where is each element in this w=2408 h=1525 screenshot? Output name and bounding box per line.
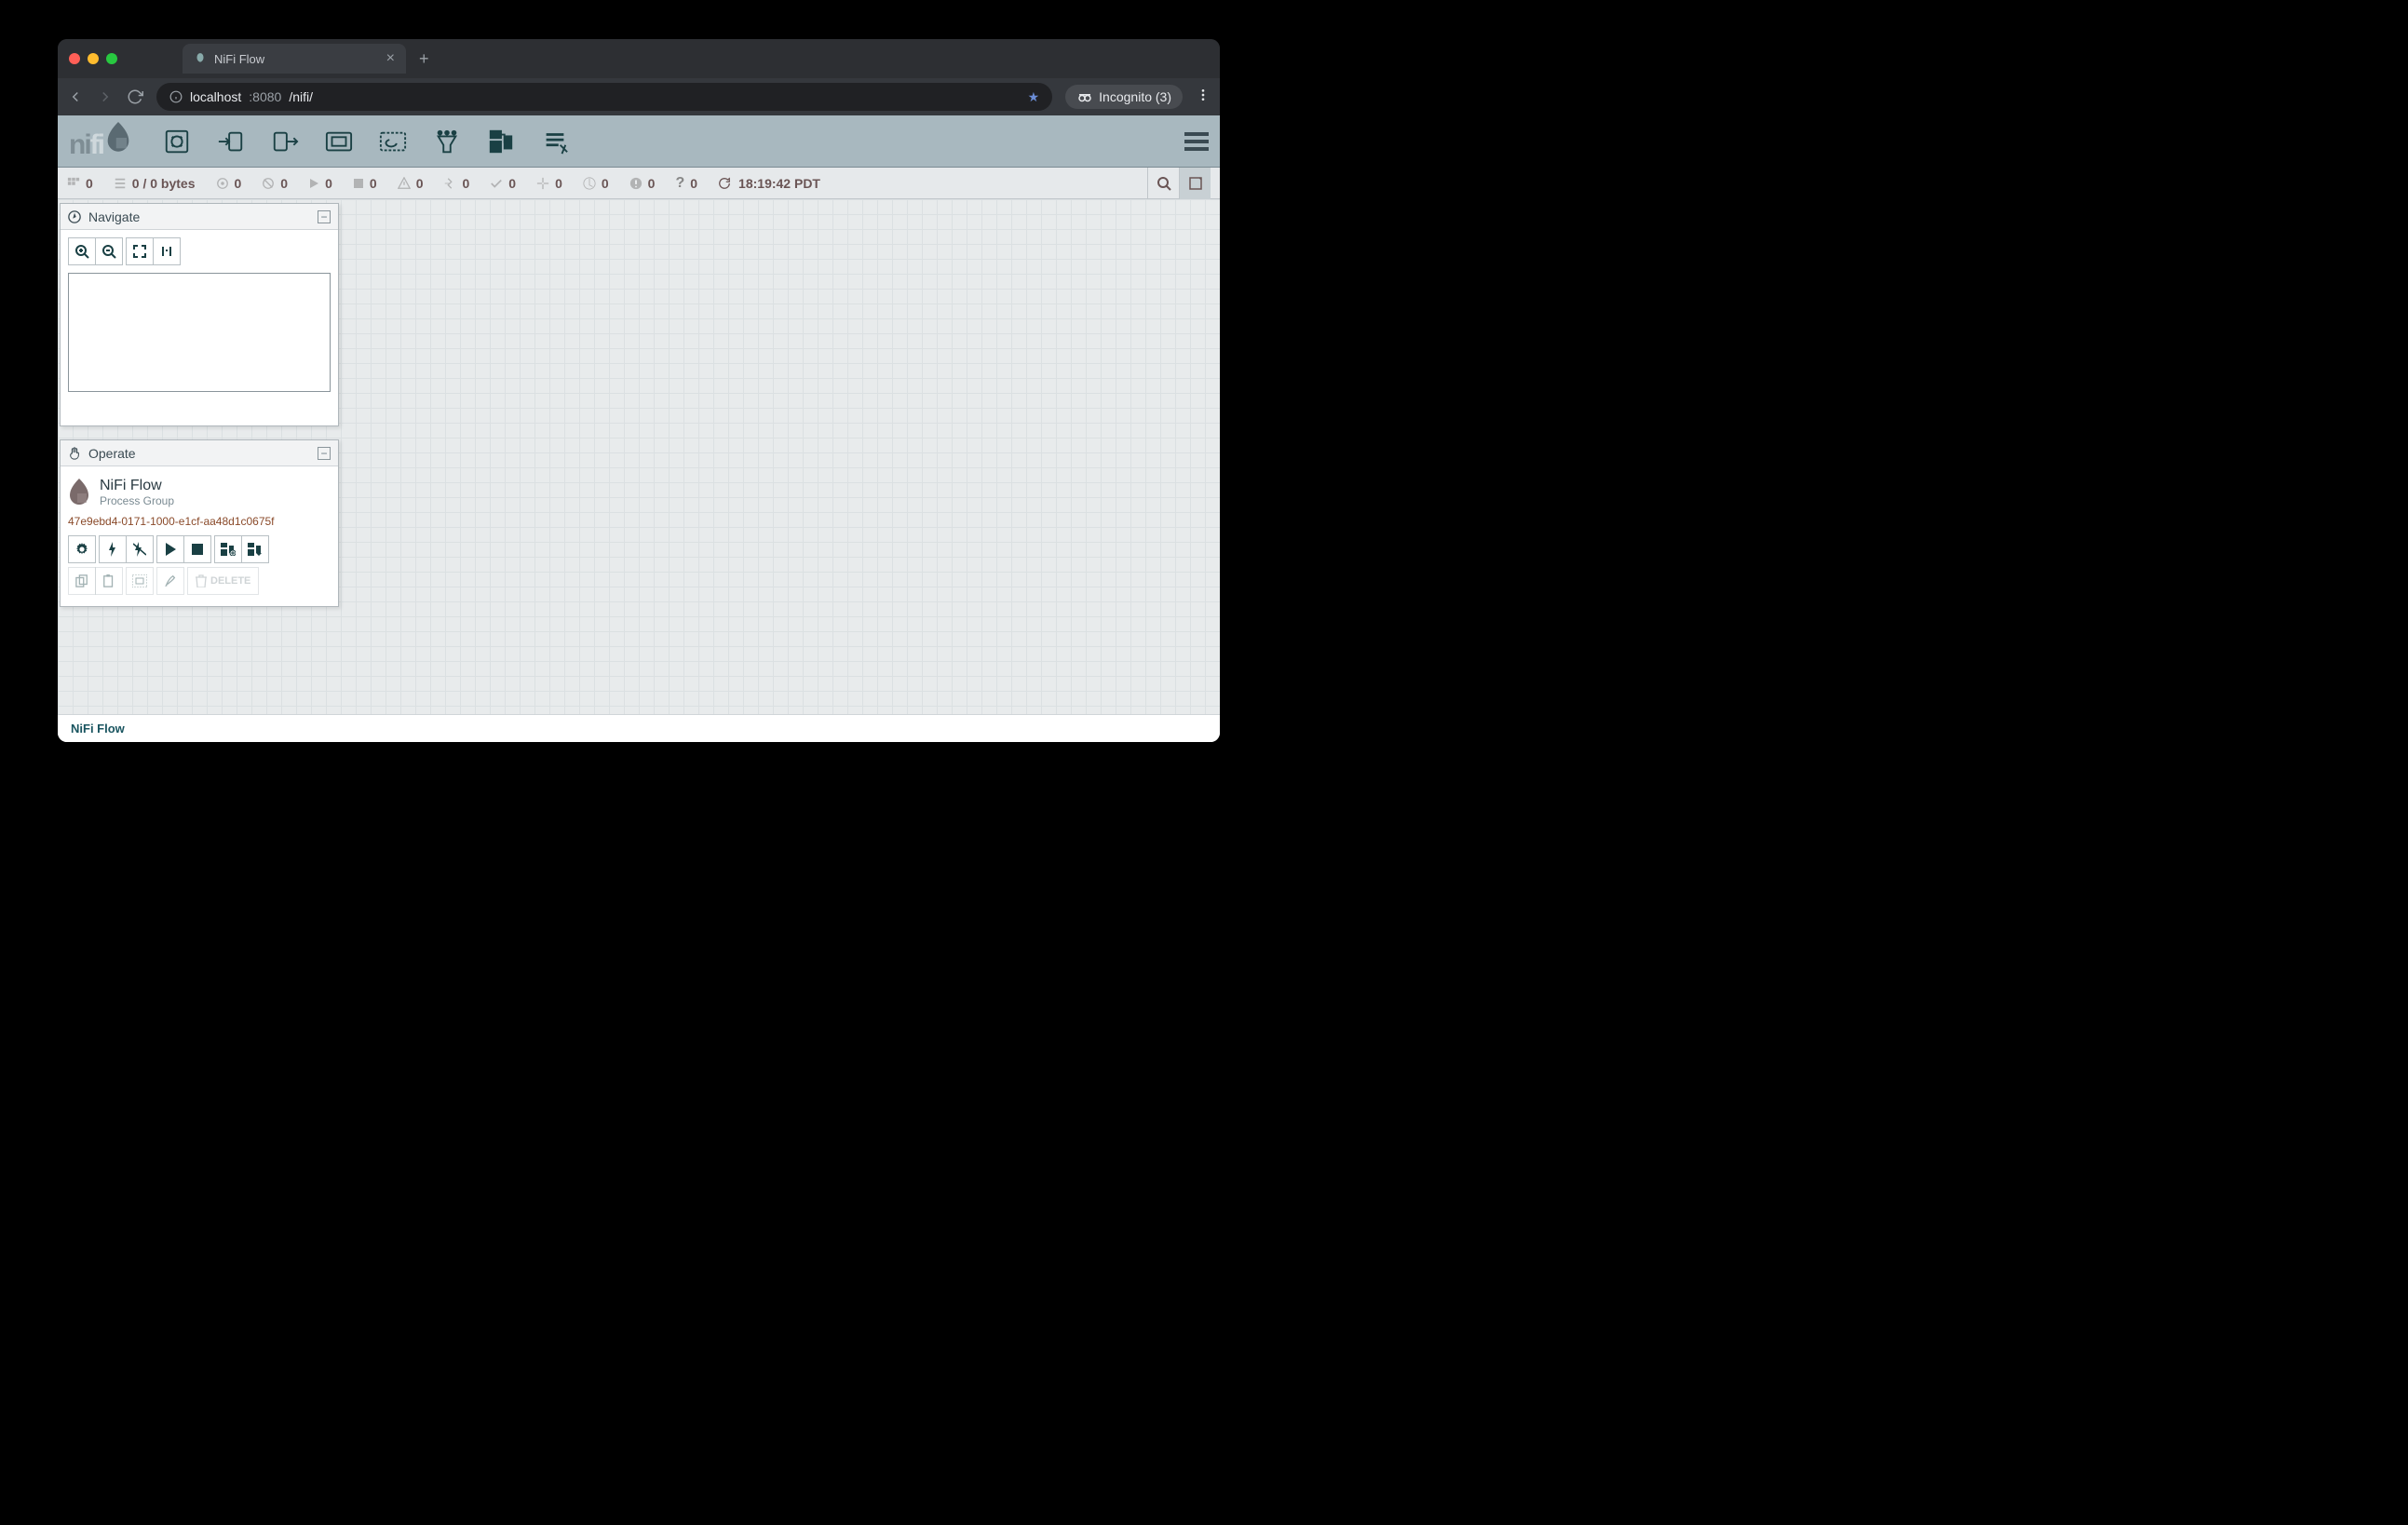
compass-icon xyxy=(68,210,81,223)
search-button[interactable] xyxy=(1147,168,1179,199)
add-funnel-button[interactable] xyxy=(431,126,463,157)
upload-template-button[interactable] xyxy=(241,535,269,563)
queued-stat: 0 / 0 bytes xyxy=(114,176,196,191)
url-host: localhost xyxy=(190,89,241,104)
nifi-app: nifi 0 0 / 0 bytes 0 0 0 0 0 0 0 0 0 xyxy=(58,115,1220,742)
close-window[interactable] xyxy=(69,53,80,64)
paste-button xyxy=(95,567,123,595)
add-label-button[interactable] xyxy=(539,126,571,157)
delete-button: DELETE xyxy=(187,567,259,595)
add-output-port-button[interactable] xyxy=(269,126,301,157)
back-button[interactable] xyxy=(67,88,84,105)
reload-button[interactable] xyxy=(127,88,143,105)
maximize-window[interactable] xyxy=(106,53,117,64)
close-tab-icon[interactable]: × xyxy=(386,50,395,67)
url-port: :8080 xyxy=(249,89,281,104)
bulletin-button[interactable] xyxy=(1179,168,1211,199)
new-tab-button[interactable]: + xyxy=(419,49,429,69)
stale-stat: 0 xyxy=(583,176,609,191)
navigate-panel: Navigate − xyxy=(60,203,339,426)
disable-button[interactable] xyxy=(126,535,154,563)
operate-panel-header: Operate − xyxy=(61,440,338,466)
stopped-stat: 0 xyxy=(353,176,377,191)
refresh-icon[interactable] xyxy=(718,177,731,190)
color-button xyxy=(156,567,184,595)
invalid-stat: 0 xyxy=(398,176,424,191)
breadcrumb[interactable]: NiFi Flow xyxy=(58,714,1220,742)
add-input-port-button[interactable] xyxy=(215,126,247,157)
bookmark-star-icon[interactable]: ★ xyxy=(1028,89,1040,105)
start-button[interactable] xyxy=(156,535,184,563)
browser-window: NiFi Flow × + localhost :8080/nifi/ ★ Inc… xyxy=(58,39,1220,742)
url-path: /nifi/ xyxy=(289,89,313,104)
flow-canvas[interactable]: Navigate − xyxy=(58,199,1220,714)
incognito-badge[interactable]: Incognito (3) xyxy=(1065,85,1183,109)
not-transmitting-stat: 0 xyxy=(262,176,288,191)
navigate-panel-header: Navigate − xyxy=(61,204,338,230)
running-stat: 0 xyxy=(308,176,332,191)
window-controls xyxy=(69,53,117,64)
browser-menu-icon[interactable] xyxy=(1196,88,1211,107)
browser-tab[interactable]: NiFi Flow × xyxy=(183,44,406,74)
stop-button[interactable] xyxy=(183,535,211,563)
incognito-label: Incognito (3) xyxy=(1099,89,1171,104)
nifi-logo: nifi xyxy=(69,122,131,161)
nifi-drop-icon xyxy=(105,122,131,154)
nifi-favicon-icon xyxy=(194,52,207,65)
minimize-window[interactable] xyxy=(88,53,99,64)
add-template-button[interactable] xyxy=(485,126,517,157)
operate-context-name: NiFi Flow xyxy=(100,478,174,494)
process-group-icon xyxy=(68,479,90,506)
enable-button[interactable] xyxy=(99,535,127,563)
zoom-actual-button[interactable] xyxy=(153,237,181,265)
configure-button[interactable] xyxy=(68,535,96,563)
incognito-icon xyxy=(1076,88,1093,105)
sync-failure-stat: 0 xyxy=(629,176,656,191)
tab-title: NiFi Flow xyxy=(214,52,264,66)
disabled-stat: 0 xyxy=(443,176,469,191)
birdseye-view[interactable] xyxy=(68,273,331,392)
locally-modified-stat: 0 xyxy=(536,176,562,191)
add-process-group-button[interactable] xyxy=(323,126,355,157)
titlebar: NiFi Flow × + xyxy=(58,39,1220,78)
up-to-date-stat: 0 xyxy=(490,176,516,191)
active-threads-stat: 0 xyxy=(67,176,93,191)
zoom-in-button[interactable] xyxy=(68,237,96,265)
address-bar: localhost :8080/nifi/ ★ Incognito (3) xyxy=(58,78,1220,115)
transmitting-stat: 0 xyxy=(216,176,242,191)
create-template-button[interactable] xyxy=(214,535,242,563)
hand-icon xyxy=(68,447,81,460)
zoom-fit-button[interactable] xyxy=(126,237,154,265)
collapse-navigate-button[interactable]: − xyxy=(318,210,331,223)
group-button xyxy=(126,567,154,595)
flow-status-bar: 0 0 / 0 bytes 0 0 0 0 0 0 0 0 0 0 ?0 18:… xyxy=(58,168,1220,199)
unknown-stat: ?0 xyxy=(675,175,697,192)
operate-context-id: 47e9ebd4-0171-1000-e1cf-aa48d1c0675f xyxy=(68,515,331,528)
url-input[interactable]: localhost :8080/nifi/ ★ xyxy=(156,83,1052,111)
forward-button[interactable] xyxy=(97,88,114,105)
last-refresh: 18:19:42 PDT xyxy=(718,176,820,191)
add-processor-button[interactable] xyxy=(161,126,193,157)
copy-button xyxy=(68,567,96,595)
operate-context-type: Process Group xyxy=(100,494,174,507)
operate-panel: Operate − NiFi Flow Process Group 47e9eb… xyxy=(60,439,339,607)
collapse-operate-button[interactable]: − xyxy=(318,447,331,460)
global-menu-button[interactable] xyxy=(1184,128,1209,155)
component-toolbar: nifi xyxy=(58,115,1220,168)
info-icon xyxy=(169,90,183,103)
add-remote-group-button[interactable] xyxy=(377,126,409,157)
zoom-out-button[interactable] xyxy=(95,237,123,265)
